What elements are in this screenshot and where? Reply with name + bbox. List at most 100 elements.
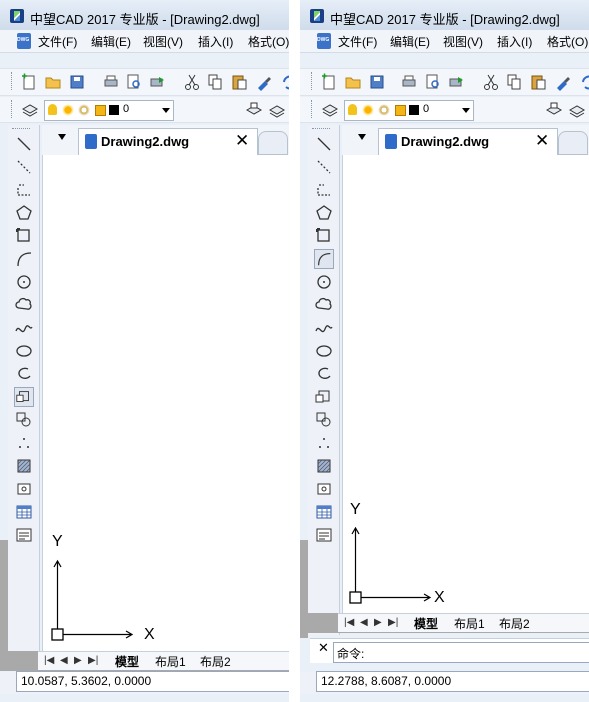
arc-tool-icon[interactable] (314, 249, 334, 269)
tab-model[interactable]: 模型 (414, 615, 438, 632)
polygon-tool-icon[interactable] (314, 203, 334, 223)
toolbar-grip[interactable] (312, 128, 330, 132)
ray-tool-icon[interactable] (314, 157, 334, 177)
tab-model[interactable]: 模型 (115, 653, 139, 670)
first-layout-icon[interactable]: |◀ (344, 617, 354, 628)
menu-view[interactable]: 视图(V) (143, 33, 183, 50)
menu-edit[interactable]: 编辑(E) (390, 33, 430, 50)
last-layout-icon[interactable]: ▶| (88, 655, 98, 666)
layer-dropdown[interactable]: 0 (344, 100, 474, 121)
menu-format[interactable]: 格式(O) (547, 33, 588, 50)
insert-block-tool-icon[interactable] (14, 387, 34, 407)
mtext-tool-icon[interactable] (314, 525, 334, 545)
first-layout-icon[interactable]: |◀ (44, 655, 54, 666)
menu-file[interactable]: 文件(F) (338, 33, 377, 50)
open-folder-icon[interactable] (44, 73, 62, 91)
region-tool-icon[interactable] (314, 479, 334, 499)
print-icon[interactable] (102, 73, 120, 91)
toolbar-grip[interactable] (311, 72, 315, 90)
toolbar-grip[interactable] (12, 128, 30, 132)
ellipse-arc-tool-icon[interactable] (14, 364, 34, 384)
last-layout-icon[interactable]: ▶| (388, 617, 398, 628)
cut-icon[interactable] (183, 73, 201, 91)
menu-insert[interactable]: 插入(I) (497, 33, 532, 50)
rectangle-tool-icon[interactable] (314, 226, 334, 246)
make-block-tool-icon[interactable] (14, 410, 34, 430)
layer-previous-icon[interactable] (268, 101, 286, 119)
spline-tool-icon[interactable] (314, 318, 334, 338)
toolbar-grip[interactable] (11, 100, 15, 118)
new-tab-button[interactable] (558, 131, 588, 155)
layer-freeze-icon[interactable] (362, 104, 374, 116)
menu-file[interactable]: 文件(F) (38, 33, 77, 50)
new-file-icon[interactable] (20, 73, 38, 91)
point-tool-icon[interactable] (14, 433, 34, 453)
publish-icon[interactable] (149, 73, 167, 91)
ellipse-tool-icon[interactable] (14, 341, 34, 361)
save-icon[interactable] (68, 73, 86, 91)
chevron-down-icon[interactable] (162, 108, 170, 113)
layer-lock-icon[interactable] (395, 105, 406, 116)
print-preview-icon[interactable] (125, 73, 143, 91)
toolbar-grip[interactable] (11, 72, 15, 90)
layer-lock-icon[interactable] (95, 105, 106, 116)
close-command-line-icon[interactable]: ✕ (318, 640, 329, 656)
hatch-tool-icon[interactable] (14, 456, 34, 476)
copy-icon[interactable] (505, 73, 523, 91)
tab-layout2[interactable]: 布局2 (200, 653, 231, 670)
tab-drawing2[interactable]: Drawing2.dwg ✕ (378, 128, 558, 156)
layer-viewport-freeze-icon[interactable] (378, 104, 390, 116)
layer-manager-icon[interactable] (21, 101, 39, 119)
menu-format[interactable]: 格式(O) (248, 33, 289, 50)
rectangle-tool-icon[interactable] (14, 226, 34, 246)
region-tool-icon[interactable] (14, 479, 34, 499)
save-icon[interactable] (368, 73, 386, 91)
line-tool-icon[interactable] (14, 134, 34, 154)
previous-layout-icon[interactable]: ◀ (60, 655, 68, 666)
circle-tool-icon[interactable] (314, 272, 334, 292)
point-tool-icon[interactable] (314, 433, 334, 453)
tab-layout2[interactable]: 布局2 (499, 615, 530, 632)
next-layout-icon[interactable]: ▶ (74, 655, 82, 666)
publish-icon[interactable] (448, 73, 466, 91)
next-layout-icon[interactable]: ▶ (374, 617, 382, 628)
paste-icon[interactable] (529, 73, 547, 91)
ray-tool-icon[interactable] (14, 157, 34, 177)
line-tool-icon[interactable] (314, 134, 334, 154)
close-icon[interactable]: ✕ (535, 131, 549, 151)
new-tab-button[interactable] (258, 131, 288, 155)
hatch-tool-icon[interactable] (314, 456, 334, 476)
ellipse-arc-tool-icon[interactable] (314, 364, 334, 384)
menu-insert[interactable]: 插入(I) (198, 33, 233, 50)
tab-list-dropdown-icon[interactable] (358, 134, 366, 140)
polyline-tool-icon[interactable] (14, 180, 34, 200)
match-properties-icon[interactable] (554, 73, 572, 91)
insert-block-tool-icon[interactable] (314, 387, 334, 407)
spline-tool-icon[interactable] (14, 318, 34, 338)
ellipse-tool-icon[interactable] (314, 341, 334, 361)
paste-icon[interactable] (230, 73, 248, 91)
previous-layout-icon[interactable]: ◀ (360, 617, 368, 628)
layer-previous-icon[interactable] (568, 101, 586, 119)
arc-tool-icon[interactable] (14, 249, 34, 269)
tab-layout1[interactable]: 布局1 (454, 615, 485, 632)
tab-drawing2[interactable]: Drawing2.dwg ✕ (78, 128, 258, 156)
revision-cloud-tool-icon[interactable] (14, 295, 34, 315)
toolbar-grip[interactable] (311, 100, 315, 118)
table-tool-icon[interactable] (14, 502, 34, 522)
mtext-tool-icon[interactable] (14, 525, 34, 545)
layer-freeze-icon[interactable] (62, 104, 74, 116)
circle-tool-icon[interactable] (14, 272, 34, 292)
undo-icon[interactable] (280, 73, 289, 91)
chevron-down-icon[interactable] (462, 108, 470, 113)
match-properties-icon[interactable] (255, 73, 273, 91)
polygon-tool-icon[interactable] (14, 203, 34, 223)
print-preview-icon[interactable] (424, 73, 442, 91)
polyline-tool-icon[interactable] (314, 180, 334, 200)
tab-list-dropdown-icon[interactable] (58, 134, 66, 140)
open-folder-icon[interactable] (344, 73, 362, 91)
make-current-layer-icon[interactable] (245, 101, 263, 119)
command-input[interactable]: 命令: (333, 642, 589, 663)
copy-icon[interactable] (206, 73, 224, 91)
document-menu-icon[interactable] (17, 33, 31, 49)
